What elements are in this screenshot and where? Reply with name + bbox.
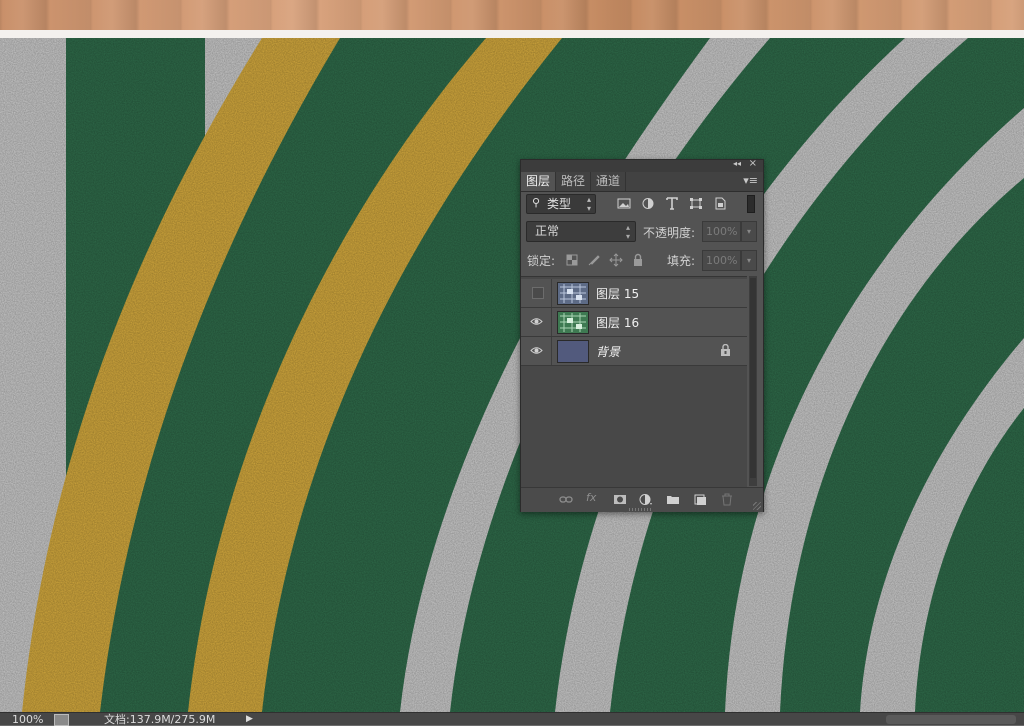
layer-name[interactable]: 图层 16 [596, 314, 639, 331]
document-size-info: 文档:137.9M/275.9M [104, 713, 216, 726]
horizontal-scrollbar[interactable] [886, 715, 1016, 724]
lock-row: 锁定: 填充: 100% ▾ [521, 249, 763, 273]
panel-tabs: 图层 路径 通道 ▾≡ [521, 172, 763, 192]
layer-name[interactable]: 背景 [596, 343, 620, 360]
visibility-toggle[interactable] [521, 337, 552, 365]
spinner-icon: ▴ ▾ [586, 195, 591, 213]
circuit-thumbnail [557, 282, 589, 305]
eye-icon [530, 347, 543, 354]
tab-paths[interactable]: 路径 [556, 172, 592, 191]
wood-floor-strip [0, 0, 1024, 30]
image-filter-icon[interactable] [617, 197, 631, 210]
panel-title-bar[interactable]: ◂◂ × [521, 158, 763, 172]
status-menu-arrow-icon[interactable]: ▶ [246, 713, 253, 725]
opacity-dropdown-icon[interactable]: ▾ [741, 221, 757, 242]
tab-layers[interactable]: 图层 [521, 172, 557, 191]
layer-filter-row: ⚲ 类型 ▴ ▾ [521, 192, 763, 216]
document-status-icon[interactable] [54, 714, 69, 726]
scrollbar-thumb[interactable] [750, 278, 756, 478]
lock-all-icon[interactable] [631, 253, 645, 267]
layer-name[interactable]: 图层 15 [596, 285, 639, 302]
panel-grip[interactable] [629, 508, 651, 511]
filter-kind-value: 类型 [547, 197, 572, 211]
collapse-icon[interactable]: ◂◂ [733, 159, 741, 168]
adjustment-icon[interactable] [639, 493, 653, 506]
link-icon[interactable] [559, 493, 573, 506]
layer-list: 图层 15 图层 16 背景 [521, 276, 747, 487]
visibility-toggle[interactable] [521, 279, 552, 307]
new-layer-icon[interactable] [693, 493, 707, 506]
fx-icon[interactable]: fx [586, 491, 600, 504]
document-canvas[interactable] [0, 38, 1024, 712]
court-border-white [0, 30, 1024, 38]
adjustment-filter-icon[interactable] [641, 197, 655, 210]
status-bar: 100% 文档:137.9M/275.9M ▶ [0, 712, 1024, 726]
filter-toggle-switch[interactable] [747, 195, 755, 213]
green-circuit-thumbnail [557, 311, 589, 334]
magnifier-icon: ⚲ [532, 196, 541, 209]
filter-kind-select[interactable]: ⚲ 类型 ▴ ▾ [526, 194, 596, 214]
fill-label: 填充: [667, 254, 696, 268]
folder-icon[interactable] [666, 493, 680, 506]
court-artwork [0, 38, 1024, 712]
lock-icon [721, 344, 730, 356]
smart-object-filter-icon[interactable] [713, 197, 727, 210]
layer-row-background[interactable]: 背景 [521, 337, 747, 366]
panel-menu-icon[interactable]: ▾≡ [743, 174, 758, 187]
eye-icon [530, 318, 543, 325]
close-icon[interactable]: × [749, 158, 757, 169]
layer-row-15[interactable]: 图层 15 [521, 279, 747, 308]
trash-icon[interactable] [720, 493, 734, 506]
visibility-toggle[interactable] [521, 308, 552, 336]
layers-panel: ◂◂ × 图层 路径 通道 ▾≡ ⚲ 类型 ▴ ▾ 正常 ▴ ▾ 不透明度: 100% … [520, 158, 764, 512]
grain-texture [0, 38, 1024, 712]
layer-list-scrollbar[interactable] [749, 276, 757, 486]
lock-position-icon[interactable] [609, 253, 623, 267]
lock-image-pixels-icon[interactable] [587, 253, 601, 267]
resize-handle[interactable] [753, 502, 761, 510]
opacity-field[interactable]: 100% [702, 221, 741, 242]
lock-label: 锁定: [527, 254, 556, 268]
zoom-level-field[interactable]: 100% [12, 714, 43, 726]
fill-field[interactable]: 100% [702, 250, 741, 271]
fill-dropdown-icon[interactable]: ▾ [741, 250, 757, 271]
blend-row: 正常 ▴ ▾ 不透明度: 100% ▾ [521, 220, 763, 244]
mask-icon[interactable] [613, 493, 627, 506]
navy-fill-thumbnail [557, 340, 589, 363]
layer-row-16[interactable]: 图层 16 [521, 308, 747, 337]
opacity-label: 不透明度: [643, 226, 696, 240]
type-filter-icon[interactable] [665, 197, 679, 210]
blend-mode-value: 正常 [535, 224, 560, 238]
tab-channels[interactable]: 通道 [591, 172, 627, 191]
panel-footer: fx [521, 487, 763, 512]
hidden-box-icon [532, 287, 544, 299]
shape-filter-icon[interactable] [689, 197, 703, 210]
spinner-icon: ▴ ▾ [625, 223, 630, 241]
blend-mode-select[interactable]: 正常 ▴ ▾ [526, 221, 636, 242]
lock-transparent-pixels-icon[interactable] [565, 253, 579, 267]
